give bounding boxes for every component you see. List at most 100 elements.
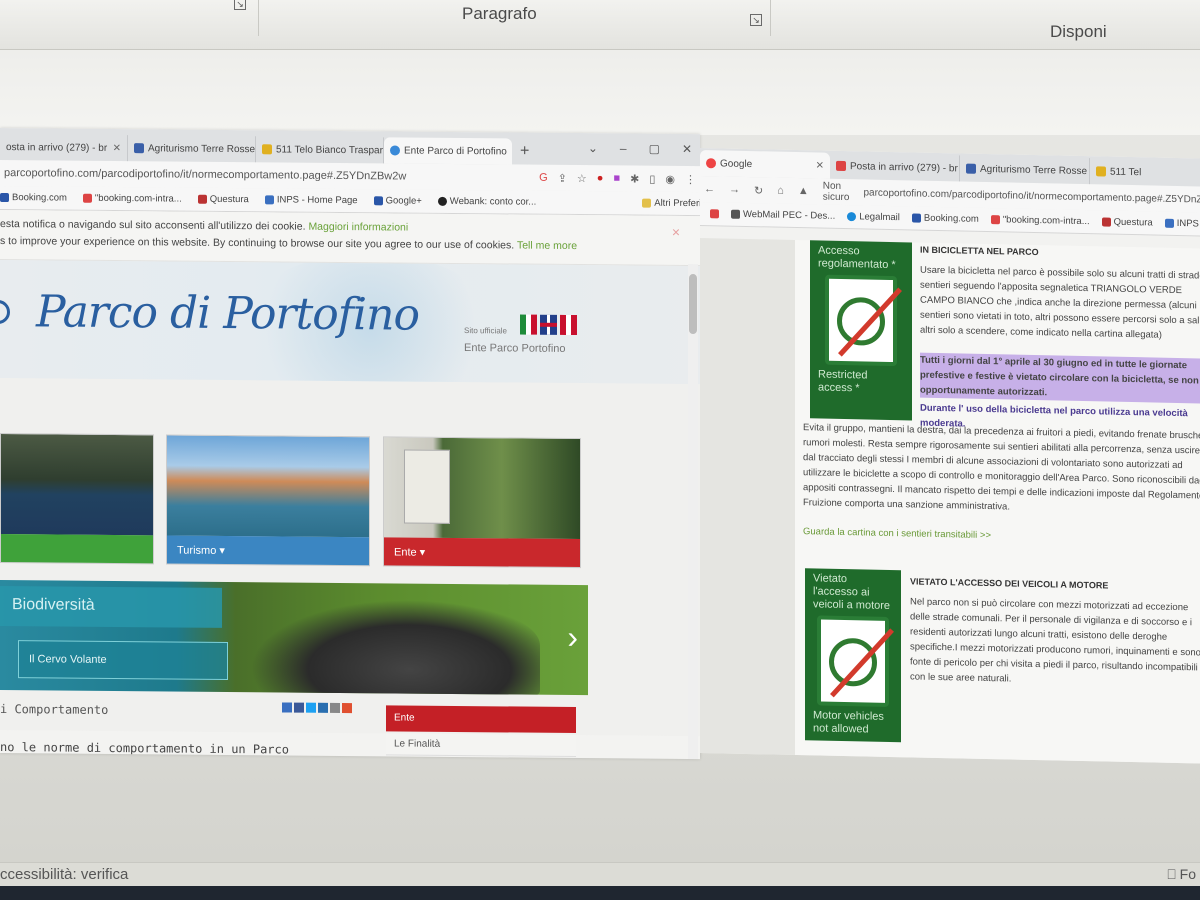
tile-image [384, 437, 580, 540]
bookmark-item[interactable]: INPS - Home Page [264, 194, 358, 206]
slider-next-icon[interactable]: › [567, 619, 578, 656]
minimize-icon[interactable]: – [620, 141, 627, 155]
tab-search-icon[interactable]: ⌄ [588, 141, 598, 155]
url-field[interactable]: parcoportofino.com/parcodiportofino/it/n… [863, 187, 1200, 206]
bookmark-label: WebMail PEC - Des... [743, 208, 836, 222]
site-logo[interactable]: Parco di Portofino [36, 286, 419, 340]
bookmark-item[interactable]: "booking.com-intra... [990, 214, 1090, 227]
tab-mail[interactable]: Posta in arrivo (279) - br✕ [829, 152, 960, 182]
bookmark-item[interactable]: Booking.com [0, 192, 67, 204]
bookmark-item[interactable]: Booking.com [911, 212, 979, 225]
word-status-bar: ccessibilità: verifica ⎕ Fo [0, 862, 1200, 886]
bookmark-star-icon[interactable]: ☆ [577, 172, 587, 185]
bookmark-item[interactable]: WebMail PEC - Des... [731, 209, 835, 222]
browser-window-right: Google ✕ Posta in arrivo (279) - br✕ Agri… [700, 148, 1200, 764]
google-icon [706, 158, 716, 169]
bicycle-paragraph-3: Evita il gruppo, mantieni la destra, dai… [803, 422, 1200, 513]
forward-icon[interactable]: → [729, 184, 740, 196]
url-field[interactable]: parcoportofino.com/parcodiportofino/it/n… [4, 167, 529, 184]
side-menu-finalita[interactable]: Le Finalità [386, 733, 576, 758]
share-icon[interactable]: ⇪ [558, 171, 567, 184]
email-icon[interactable] [330, 702, 340, 713]
bookmark-label: Booking.com [923, 212, 979, 225]
scrollbar-thumb[interactable] [689, 274, 697, 335]
close-icon[interactable]: ✕ [816, 160, 824, 171]
back-icon[interactable]: ← [704, 183, 715, 195]
extensions-icon[interactable]: ✱ [630, 172, 639, 185]
cookie-close-icon[interactable]: × [672, 224, 680, 241]
bookmark-item[interactable]: Legalmail [847, 211, 900, 223]
ribbon-group-paragraph: Paragrafo [462, 4, 537, 23]
tab-agriturismo[interactable]: Agriturismo Terre Rosse✕ [959, 155, 1090, 185]
cookie-text: s to improve your experience on this web… [0, 235, 515, 252]
ribbon-group-arrange: Disponi [1050, 22, 1107, 41]
tile-image [167, 435, 369, 538]
dialog-launcher-icon[interactable]: ↘ [234, 0, 246, 10]
new-tab-icon[interactable]: + [520, 143, 529, 161]
tab-mail[interactable]: osta in arrivo (279) - br ✕ [0, 134, 128, 162]
trail-map-link[interactable]: Guarda la cartina con i sentieri transit… [803, 524, 1200, 548]
accessibility-status[interactable]: ccessibilità: verifica [0, 866, 128, 883]
italian-flag-icon[interactable] [520, 314, 538, 335]
tab-telo[interactable]: 511 Tel [1089, 158, 1200, 187]
twitter-icon[interactable] [306, 702, 316, 713]
tab-parco-portofino[interactable]: Ente Parco di Portofino ✕ [384, 137, 512, 165]
focus-label: Fo [1179, 866, 1196, 882]
maximize-icon[interactable]: ▢ [649, 142, 660, 156]
questura-icon [1101, 217, 1111, 227]
booking-icon [911, 213, 921, 223]
focus-mode-button[interactable]: ⎕ Fo [1167, 866, 1196, 883]
uk-flag-icon[interactable] [540, 314, 557, 335]
home-icon[interactable]: ⌂ [777, 185, 784, 197]
close-window-icon[interactable]: ✕ [682, 142, 692, 156]
pinterest-icon[interactable]: ● [597, 172, 604, 184]
close-icon[interactable]: ✕ [113, 142, 121, 153]
french-flag-icon[interactable] [560, 314, 578, 336]
paragraph-launcher-icon[interactable]: ↘ [750, 14, 762, 26]
site-header: Parco di Portofino Sito ufficiale Ente P… [0, 260, 700, 385]
bookmark-item[interactable]: Google+ [373, 195, 422, 207]
sign-label-it: Vietato l'accesso ai veicoli a motore [813, 572, 891, 612]
google-icon[interactable]: G [539, 172, 548, 184]
cookie-more-link[interactable]: Tell me more [517, 240, 577, 253]
extension-color-icon[interactable]: ■ [613, 172, 620, 184]
favicon-icon [965, 163, 976, 174]
slider-title: Biodiversità [0, 586, 222, 628]
reload-icon[interactable]: ↻ [754, 184, 763, 197]
close-icon[interactable]: ✕ [511, 146, 512, 157]
linkedin-icon[interactable] [318, 702, 328, 713]
questura-icon [197, 194, 207, 204]
share-icon[interactable] [282, 702, 292, 713]
bookmark-item[interactable] [710, 209, 719, 219]
profile-avatar-icon[interactable]: ◉ [665, 172, 675, 185]
bookmark-label: "booking.com-intra... [94, 192, 182, 205]
bookmark-item[interactable]: Questura [197, 194, 249, 205]
tile-turismo[interactable]: Turismo ▾ [166, 434, 370, 567]
browser-window-left: osta in arrivo (279) - br ✕ Agriturismo T… [0, 128, 700, 760]
vertical-scrollbar[interactable] [688, 264, 698, 760]
plus-share-icon[interactable] [342, 702, 352, 714]
tile-ente[interactable]: Ente ▾ [383, 436, 581, 569]
not-secure-label: Non sicuro [822, 180, 850, 204]
facebook-icon[interactable] [294, 702, 304, 713]
bookmark-item[interactable]: Webank: conto cor... [437, 196, 536, 208]
gmail-icon [990, 215, 1000, 225]
bookmark-folder-other[interactable]: Altri Preferiti [642, 198, 700, 209]
sidebar-icon[interactable]: ▯ [649, 172, 655, 185]
tab-google[interactable]: Google ✕ [700, 150, 830, 179]
slider-subtitle-button[interactable]: Il Cervo Volante [18, 640, 228, 680]
bookmark-item[interactable]: "booking.com-intra... [82, 192, 182, 205]
tab-telo[interactable]: 511 Telo Bianco Traspare✕ [256, 136, 384, 164]
inps-icon [1164, 218, 1174, 228]
bookmark-label: Legalmail [859, 211, 900, 224]
bookmark-item[interactable]: INPS - Home Page [1164, 218, 1200, 231]
side-menu-ente[interactable]: Ente [386, 705, 576, 734]
menu-icon[interactable]: ⋮ [685, 172, 696, 185]
photo-of-screen: { "word": { "ribbon_group_paragraph": "P… [0, 0, 1200, 900]
tab-agriturismo[interactable]: Agriturismo Terre Rosse |✕ [128, 135, 256, 163]
windows-taskbar [0, 886, 1200, 900]
favicon-icon [262, 144, 272, 155]
bookmark-item[interactable]: Questura [1101, 216, 1153, 228]
cookie-info-link[interactable]: Maggiori informazioni [308, 221, 408, 234]
tile-natura[interactable] [0, 433, 154, 565]
